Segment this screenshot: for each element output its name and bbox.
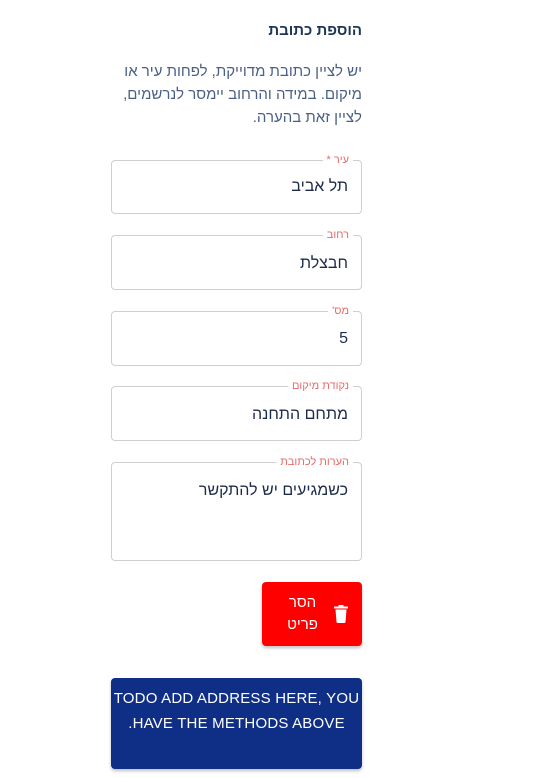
city-label: עיר * (322, 153, 353, 167)
street-label: רחוב (322, 228, 353, 242)
meeting-point-field[interactable]: נקודת מיקום מתחם התחנה (111, 379, 362, 441)
add-address-label: TODO ADD ADDRESS HERE, YOU HAVE THE METH… (113, 690, 360, 732)
city-input[interactable]: תל אביב (291, 178, 348, 196)
notes-field[interactable]: הערות לכתובת כשמגיעים יש להתקשר (111, 455, 362, 561)
city-field[interactable]: עיר * תל אביב (111, 153, 362, 214)
number-input[interactable]: 5 (339, 330, 348, 348)
number-field[interactable]: מס' 5 (111, 304, 362, 366)
meeting-point-input[interactable]: מתחם התחנה (252, 406, 348, 424)
notes-label: הערות לכתובת (276, 455, 353, 469)
street-field[interactable]: רחוב חבצלת (111, 228, 362, 290)
add-address-button[interactable]: TODO ADD ADDRESS HERE, YOU HAVE THE METH… (111, 678, 362, 769)
meeting-point-label: נקודת מיקום (287, 379, 353, 393)
form-title: הוספת כתובת (268, 22, 362, 39)
trash-icon (334, 605, 348, 623)
form-description: יש לציין כתובת מדוייקת, לפחות עיר או מיק… (123, 63, 362, 126)
street-input[interactable]: חבצלת (300, 255, 348, 273)
notes-textarea[interactable]: כשמגיעים יש להתקשר (199, 482, 348, 500)
number-label: מס' (328, 304, 353, 318)
remove-item-label: הסר פריט (287, 594, 318, 633)
remove-item-button[interactable]: הסר פריט (262, 582, 362, 646)
